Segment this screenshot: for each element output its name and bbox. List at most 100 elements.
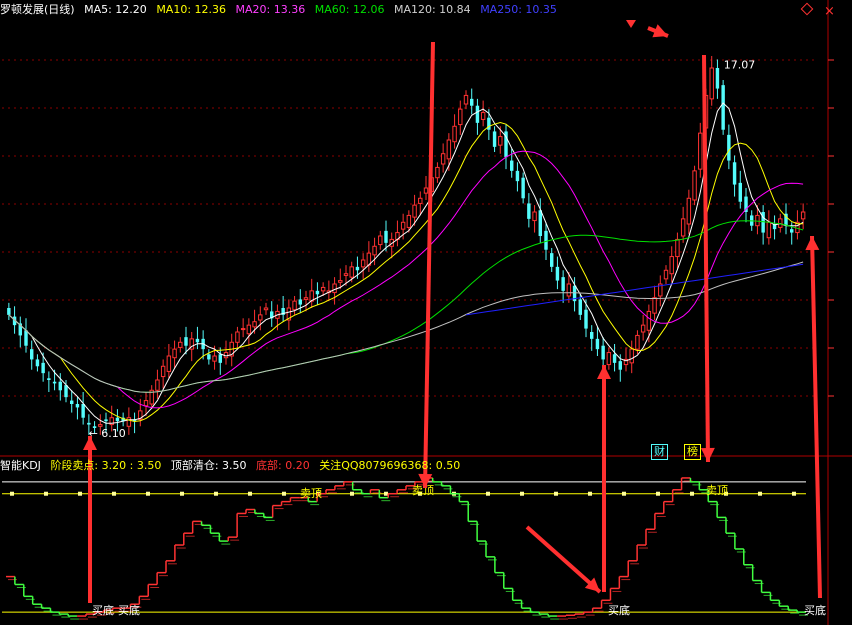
ma60-line — [8, 220, 804, 393]
candle-down — [521, 177, 525, 199]
candle-up — [412, 204, 417, 218]
candle-down — [218, 354, 222, 363]
ma250-label: MA250: 10.35 — [480, 3, 557, 16]
arrow-down-icon — [626, 20, 636, 28]
candle-up — [235, 331, 240, 343]
candle-down — [41, 362, 45, 374]
candle-down — [601, 345, 605, 360]
candle-up — [240, 328, 246, 331]
stage-sell-label: 阶段卖点: 3.20 : 3.50 — [50, 459, 162, 472]
candle-down — [738, 182, 742, 202]
top-clear-label: 顶部清仓: 3.50 — [170, 459, 247, 472]
rank-tag[interactable]: 榜 — [684, 444, 701, 460]
candle-up — [178, 341, 183, 348]
ma120-line — [8, 261, 804, 393]
kdj-panel-header: 智能KDJ 阶段卖点: 3.20 : 3.50 顶部清仓: 3.50 底部: 0… — [0, 459, 466, 473]
stage-marker — [758, 491, 762, 496]
candle-up — [338, 280, 343, 283]
stage-marker — [282, 491, 286, 496]
candle-down — [515, 170, 520, 182]
candle-down — [207, 354, 211, 360]
candle-down — [52, 381, 57, 384]
candle-up — [663, 269, 669, 280]
candle-down — [584, 309, 588, 329]
candle-down — [790, 229, 794, 233]
candle-up — [686, 197, 692, 225]
high-label: 17.07 — [724, 59, 756, 72]
candle-up — [463, 94, 469, 105]
candle-down — [475, 105, 480, 123]
candle-up — [652, 297, 657, 314]
candle-down — [550, 253, 554, 267]
candle-down — [715, 68, 720, 89]
signal-arrow-head — [805, 236, 820, 251]
candle-up — [480, 112, 486, 120]
candle-up — [126, 417, 132, 427]
signal-arrow-head — [700, 447, 715, 462]
candle-down — [75, 404, 80, 408]
candle-down — [612, 354, 617, 363]
ma120-label: MA120: 10.84 — [393, 3, 471, 16]
candle-up — [292, 300, 297, 311]
kdj-title: 智能KDJ — [0, 459, 41, 472]
chart-canvas[interactable]: 17.07← 6.10×卖顶 卖顶 卖顶买底 买底 买底 买底 — [0, 0, 852, 625]
candle-down — [87, 422, 91, 425]
ma10-line — [8, 121, 804, 423]
candle-down — [35, 359, 40, 367]
candle-down — [618, 361, 622, 370]
candle-up — [172, 348, 177, 359]
low-label: ← 6.10 — [89, 427, 126, 440]
stage-marker — [792, 491, 796, 496]
finance-tag[interactable]: 财 — [651, 444, 668, 460]
buy-signal-label: 买底 — [804, 603, 826, 617]
stage-marker — [248, 491, 252, 496]
candle-down — [384, 230, 388, 243]
candle-up — [400, 221, 406, 230]
candle-down — [578, 299, 582, 315]
candle-up — [143, 400, 149, 407]
candle-down — [732, 162, 737, 185]
candle-down — [298, 299, 302, 305]
candle-up — [440, 153, 446, 165]
sell-signal-label: 卖顶 — [412, 484, 434, 497]
candle-up — [532, 211, 537, 222]
contact-label: 关注QQ8079696368: 0.50 — [319, 459, 461, 472]
ma20-label: MA20: 13.36 — [235, 3, 306, 16]
ma5-line — [8, 102, 804, 424]
candle-up — [155, 379, 160, 391]
candle-down — [727, 134, 731, 161]
candle-up — [378, 235, 383, 246]
candle-up — [435, 166, 440, 179]
candle-up — [800, 211, 806, 220]
candle-down — [315, 290, 320, 295]
candle-up — [709, 67, 714, 100]
stage-marker — [112, 491, 116, 496]
buy-signal-label: 买底 — [608, 603, 630, 617]
candle-up — [166, 355, 172, 372]
candle-up — [332, 283, 337, 294]
stage-marker — [350, 491, 354, 496]
candle-up — [566, 283, 572, 297]
stage-marker — [690, 491, 694, 496]
candle-up — [372, 245, 377, 256]
stage-marker — [554, 491, 558, 496]
candle-up — [160, 365, 166, 378]
candle-up — [458, 108, 463, 126]
price-panel-header: 罗顿发展(日线) MA5: 12.20 MA10: 12.36 MA20: 13… — [0, 3, 563, 17]
buy-signal-label: 买底 — [92, 603, 114, 617]
stage-marker — [622, 491, 626, 496]
stock-title: 罗顿发展(日线) — [0, 3, 75, 16]
stage-marker — [44, 491, 48, 496]
stage-marker — [486, 491, 490, 496]
candle-down — [355, 266, 360, 271]
candle-up — [446, 139, 452, 160]
candle-down — [24, 330, 28, 346]
stage-marker — [384, 491, 388, 496]
stage-marker — [214, 491, 218, 496]
candle-down — [555, 266, 560, 281]
stage-marker — [656, 491, 660, 496]
candle-up — [646, 310, 652, 331]
candle-up — [606, 352, 612, 366]
candle-down — [595, 338, 600, 350]
signal-arrow-shaft — [525, 525, 602, 594]
